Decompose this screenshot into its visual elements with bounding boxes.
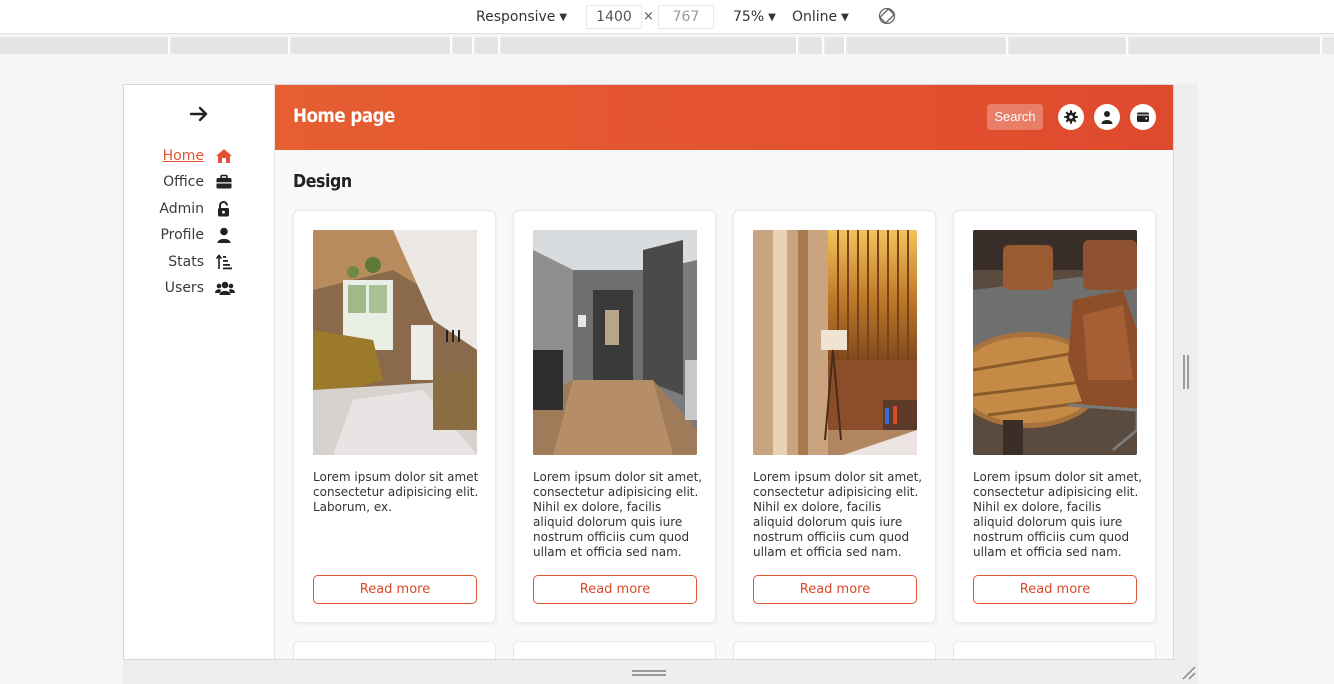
- read-more-button[interactable]: Read more: [533, 575, 697, 604]
- read-more-button[interactable]: Read more: [313, 575, 477, 604]
- article-card: [513, 641, 716, 659]
- network-label: Online: [792, 9, 838, 25]
- sidebar-item-stats[interactable]: Stats: [124, 251, 275, 277]
- media-query-segment[interactable]: [476, 37, 500, 54]
- unlock-icon: [215, 200, 233, 217]
- card-text: Lorem ipsum dolor sit amet, consectetur …: [533, 470, 703, 559]
- media-query-segment[interactable]: [1130, 37, 1322, 54]
- sidebar-item-office[interactable]: Office: [124, 171, 275, 197]
- section-title: Design: [293, 171, 352, 192]
- article-card: Lorem ipsum dolor sit amet, consectetur …: [733, 210, 936, 623]
- article-card: [953, 641, 1156, 659]
- card-text: Lorem ipsum dolor sit amet, consectetur …: [753, 470, 923, 559]
- viewport-width-input[interactable]: 1400: [586, 5, 642, 29]
- zoom-label: 75%: [733, 9, 765, 25]
- sidebar-item-admin[interactable]: Admin: [124, 198, 275, 224]
- user-icon: [1101, 111, 1113, 124]
- device-label: Responsive: [476, 9, 556, 25]
- resize-handle-corner[interactable]: [1180, 664, 1196, 680]
- media-query-segment[interactable]: [502, 37, 798, 54]
- resize-handle-right[interactable]: [1183, 355, 1189, 389]
- media-query-segment[interactable]: [172, 37, 290, 54]
- network-throttle-select[interactable]: Online ▼: [792, 7, 849, 27]
- media-query-segment[interactable]: [800, 37, 824, 54]
- wallet-button[interactable]: [1130, 104, 1156, 130]
- sidebar-item-label: Profile: [160, 227, 204, 244]
- article-card: Lorem ipsum dolor sit amet, consectetur …: [953, 210, 1156, 623]
- card-image: [533, 230, 697, 455]
- sidebar-item-label: Office: [163, 174, 204, 191]
- media-query-segment[interactable]: [0, 37, 170, 54]
- card-image: [753, 230, 917, 455]
- article-card: [293, 641, 496, 659]
- read-more-button[interactable]: Read more: [973, 575, 1137, 604]
- card-text: Lorem ipsum dolor sit amet, consectetur …: [973, 470, 1143, 559]
- media-query-segment[interactable]: [1010, 37, 1128, 54]
- card-text: Lorem ipsum dolor sit amet consectetur a…: [313, 470, 479, 514]
- card-image: [973, 230, 1137, 455]
- viewport-height-input[interactable]: 767: [658, 5, 714, 29]
- main-content: Home page Search Design Lorem ipsum dolo…: [275, 85, 1173, 659]
- media-query-segment[interactable]: [292, 37, 452, 54]
- sidebar-item-label: Stats: [168, 253, 204, 270]
- article-card: [733, 641, 936, 659]
- media-query-bar: [0, 37, 1334, 54]
- caret-down-icon: ▼: [768, 12, 776, 23]
- article-card: Lorem ipsum dolor sit amet consectetur a…: [293, 210, 496, 623]
- sidebar-nav: Home Office Admin Profile Stats Users: [124, 145, 275, 303]
- zoom-select[interactable]: 75% ▼: [733, 7, 776, 27]
- caret-down-icon: ▼: [559, 12, 568, 23]
- home-icon: [215, 148, 233, 164]
- media-query-segment[interactable]: [826, 37, 846, 54]
- sidebar-item-profile[interactable]: Profile: [124, 224, 275, 250]
- devtools-toolbar: Responsive ▼ 1400 × 767 75% ▼ Online ▼: [0, 0, 1334, 34]
- settings-button[interactable]: [1058, 104, 1084, 130]
- sidebar-item-label: Admin: [159, 200, 204, 217]
- search-button[interactable]: Search: [987, 104, 1043, 130]
- users-icon: [215, 280, 235, 296]
- article-card: Lorem ipsum dolor sit amet, consectetur …: [513, 210, 716, 623]
- sidebar-item-label: Users: [164, 279, 204, 296]
- gear-icon: [1064, 110, 1078, 124]
- page-header: Home page Search: [275, 85, 1173, 150]
- arrow-right-icon[interactable]: [188, 103, 210, 125]
- media-query-segment[interactable]: [848, 37, 1008, 54]
- sort-amount-icon: [215, 253, 233, 270]
- device-viewport: Home Office Admin Profile Stats Users Ho…: [123, 84, 1174, 660]
- read-more-button[interactable]: Read more: [753, 575, 917, 604]
- resize-handle-bottom[interactable]: [632, 670, 666, 676]
- sidebar-item-users[interactable]: Users: [124, 277, 275, 303]
- wallet-icon: [1137, 112, 1149, 122]
- device-select[interactable]: Responsive ▼: [476, 7, 567, 27]
- media-query-segment[interactable]: [454, 37, 474, 54]
- card-image: [313, 230, 477, 455]
- dimension-separator: ×: [643, 9, 654, 24]
- sidebar-item-home[interactable]: Home: [124, 145, 275, 171]
- profile-button[interactable]: [1094, 104, 1120, 130]
- page-title: Home page: [293, 105, 395, 127]
- briefcase-icon: [215, 174, 233, 190]
- sidebar-item-label: Home: [162, 148, 204, 164]
- rotate-icon[interactable]: [876, 5, 898, 27]
- user-icon: [215, 227, 233, 244]
- caret-down-icon: ▼: [841, 12, 849, 23]
- sidebar: Home Office Admin Profile Stats Users: [124, 85, 275, 659]
